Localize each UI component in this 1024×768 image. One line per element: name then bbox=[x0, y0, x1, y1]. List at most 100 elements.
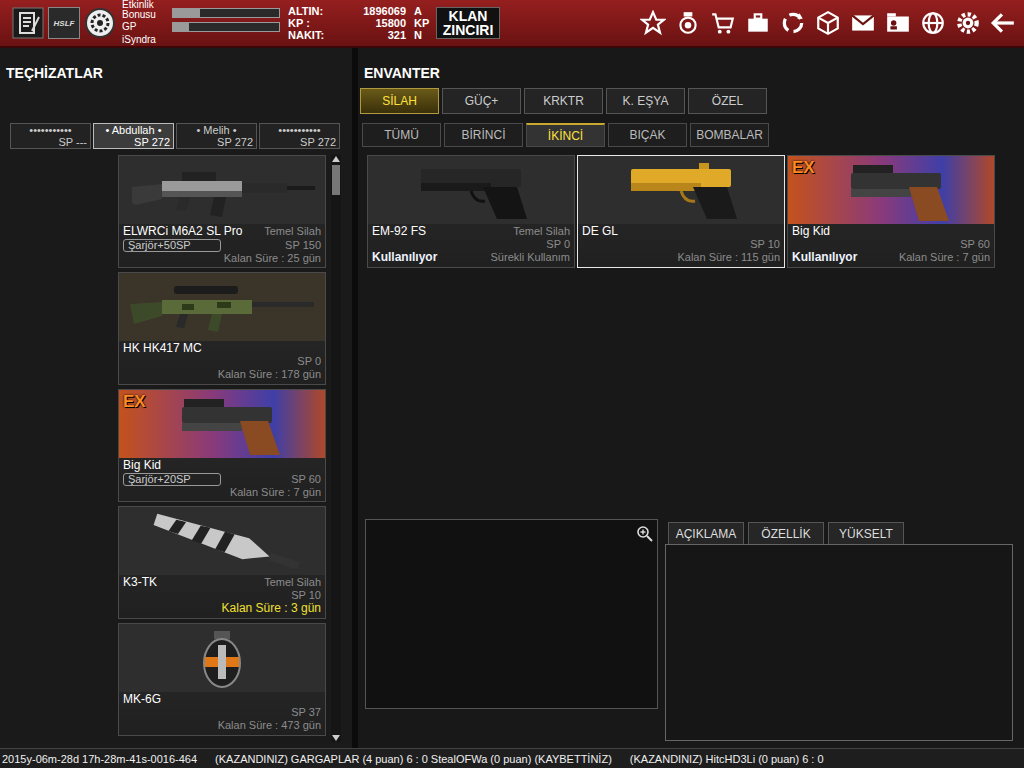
item-row: Big Kid bbox=[123, 459, 321, 472]
item-name: ELWRCi M6A2 SL Pro bbox=[123, 225, 242, 238]
back-arrow-icon[interactable] bbox=[990, 10, 1016, 36]
gp-label: GP bbox=[122, 20, 172, 33]
scroll-down-icon[interactable] bbox=[331, 734, 341, 742]
equipment-item[interactable]: EXBig KidŞarjör+20SPSP 60Kalan Süre : 7 … bbox=[118, 389, 326, 502]
subcategory-tab[interactable]: BIÇAK bbox=[608, 123, 687, 147]
globe-icon[interactable] bbox=[920, 10, 946, 36]
item-name: EM-92 FS bbox=[372, 225, 426, 238]
category-tab[interactable]: K. EŞYA bbox=[606, 88, 685, 114]
category-tab[interactable]: SİLAH bbox=[360, 88, 439, 114]
character-name: ••••••••••• bbox=[263, 124, 336, 136]
item-info: K3-TKTemel SilahSP 10Kalan Süre : 3 gün bbox=[119, 575, 325, 615]
zoom-icon[interactable] bbox=[636, 525, 654, 543]
item-image: EX bbox=[119, 390, 325, 458]
item-row: KullanılıyorKalan Süre : 7 gün bbox=[792, 251, 990, 264]
scrollbar[interactable] bbox=[331, 155, 341, 742]
gear-icon[interactable] bbox=[955, 10, 981, 36]
star-icon[interactable] bbox=[640, 10, 666, 36]
item-row: Kalan Süre : 7 gün bbox=[123, 486, 321, 499]
item-info: EM-92 FSTemel SilahSP 0KullanılıyorSürek… bbox=[368, 224, 574, 264]
inventory-item[interactable]: EXBig KidSP 60KullanılıyorKalan Süre : 7… bbox=[787, 155, 995, 268]
category-tab[interactable]: GÜÇ+ bbox=[442, 88, 521, 114]
clan-chain-button[interactable]: KLAN ZINCIRI bbox=[436, 7, 500, 39]
panel-title: TEÇHİZATLAR bbox=[0, 63, 352, 83]
item-info: DE GLSP 10Kalan Süre : 115 gün bbox=[578, 224, 784, 264]
details-tabs: AÇIKLAMAÖZELLİKYÜKSELT bbox=[668, 522, 1013, 544]
ex-pistol-icon bbox=[122, 391, 322, 457]
subcategory-tab[interactable]: BİRİNCİ bbox=[444, 123, 523, 147]
character-tab[interactable]: •••••••••••SP 272 bbox=[259, 123, 340, 149]
subcategory-tab[interactable]: BOMBALAR bbox=[690, 123, 769, 147]
box-icon[interactable] bbox=[815, 10, 841, 36]
details-tab[interactable]: YÜKSELT bbox=[828, 522, 904, 544]
item-sp: SP 60 bbox=[291, 473, 321, 486]
inventory-item[interactable]: EM-92 FSTemel SilahSP 0KullanılıyorSürek… bbox=[367, 155, 575, 268]
gp-bar bbox=[172, 22, 280, 32]
item-name: DE GL bbox=[582, 225, 618, 238]
clan-logo-text: HSLF bbox=[54, 19, 75, 28]
item-remaining: Kalan Süre : 7 gün bbox=[899, 251, 990, 264]
category-tab[interactable]: KRKTR bbox=[524, 88, 603, 114]
character-tab[interactable]: • Melih •SP 272 bbox=[176, 123, 257, 149]
item-row: SP 0 bbox=[123, 355, 321, 368]
currency-label: ALTIN: bbox=[288, 5, 344, 17]
inventory-item[interactable]: DE GLSP 10Kalan Süre : 115 gün bbox=[577, 155, 785, 268]
details-tab[interactable]: ÖZELLİK bbox=[748, 522, 824, 544]
rifle-icon bbox=[122, 157, 322, 223]
item-row: SP 37 bbox=[123, 706, 321, 719]
currency-value: 1896069 bbox=[344, 5, 406, 17]
currencies: ALTIN:1896069AKP :15800KPNAKIT:321N bbox=[288, 5, 430, 41]
item-name: HK HK417 MC bbox=[123, 342, 202, 355]
briefcase-icon[interactable] bbox=[745, 10, 771, 36]
item-image bbox=[119, 624, 325, 692]
item-remaining: Kalan Süre : 178 gün bbox=[218, 368, 321, 381]
currency-label: NAKIT: bbox=[288, 29, 344, 41]
equipment-item[interactable]: K3-TKTemel SilahSP 10Kalan Süre : 3 gün bbox=[118, 506, 326, 619]
currency-value: 15800 bbox=[344, 17, 406, 29]
item-row: Kalan Süre : 3 gün bbox=[123, 602, 321, 615]
timestamp: 2015y-06m-28d 17h-28m-41s-0016-464 bbox=[2, 753, 197, 765]
scroll-up-icon[interactable] bbox=[331, 155, 341, 163]
game-screen: HSLF Etkinlik BonusuGPiSyndra ALTIN:189606… bbox=[0, 0, 1024, 768]
equipment-item[interactable]: MK-6GSP 37Kalan Süre : 473 gün bbox=[118, 623, 326, 736]
details-right: AÇIKLAMAÖZELLİKYÜKSELT bbox=[665, 519, 1013, 741]
recycle-icon[interactable] bbox=[780, 10, 806, 36]
emblem-icon[interactable] bbox=[84, 7, 116, 39]
subcategory-tab[interactable]: İKİNCİ bbox=[526, 123, 605, 147]
item-row: KullanılıyorSürekli Kullanım bbox=[372, 251, 570, 264]
gold-pistol-icon bbox=[581, 157, 781, 223]
clan-logo[interactable]: HSLF bbox=[48, 7, 80, 39]
item-type: Temel Silah bbox=[264, 225, 321, 238]
item-remaining: Sürekli Kullanım bbox=[491, 251, 570, 264]
player-labels: Etkinlik BonusuGPiSyndra bbox=[122, 0, 172, 46]
quick-icons: HSLF bbox=[12, 7, 116, 39]
character-name: ••••••••••• bbox=[14, 124, 87, 136]
details-tab[interactable]: AÇIKLAMA bbox=[668, 522, 744, 544]
equipment-item[interactable]: HK HK417 MCSP 0Kalan Süre : 178 gün bbox=[118, 272, 326, 385]
item-row: SP 10 bbox=[123, 589, 321, 602]
item-sp: SP 10 bbox=[291, 589, 321, 602]
bonus-label: Etkinlik Bonusu bbox=[122, 0, 172, 20]
category-tab[interactable]: ÖZEL bbox=[688, 88, 767, 114]
item-type: Temel Silah bbox=[264, 576, 321, 589]
ex-badge: EX bbox=[123, 392, 146, 412]
item-row: ELWRCi M6A2 SL Pro Temel Silah bbox=[123, 225, 321, 238]
equipment-panel: TEÇHİZATLAR •••••••••••SP ---• Abdullah •… bbox=[0, 48, 358, 748]
subcategory-tab[interactable]: TÜMÜ bbox=[362, 123, 441, 147]
bonus-bar bbox=[172, 8, 280, 18]
category-tabs: SİLAHGÜÇ+KRKTRK. EŞYAÖZEL bbox=[360, 88, 1024, 114]
equipment-item[interactable]: ELWRCi M6A2 SL ProTemel SilahŞarjör+50SP… bbox=[118, 155, 326, 268]
character-tab[interactable]: • Abdullah •SP 272 bbox=[93, 123, 174, 149]
profile-card-icon[interactable] bbox=[885, 10, 911, 36]
equipment-list-wrap: ELWRCi M6A2 SL ProTemel SilahŞarjör+50SP… bbox=[118, 155, 352, 742]
character-tab[interactable]: •••••••••••SP --- bbox=[10, 123, 91, 149]
notepad-icon[interactable] bbox=[12, 7, 44, 39]
medal-icon[interactable] bbox=[675, 10, 701, 36]
item-row: HK HK417 MC bbox=[123, 342, 321, 355]
cart-icon[interactable] bbox=[710, 10, 736, 36]
scroll-thumb[interactable] bbox=[332, 165, 340, 195]
mail-icon[interactable] bbox=[850, 10, 876, 36]
item-sp: SP 10 bbox=[750, 238, 780, 251]
details: AÇIKLAMAÖZELLİKYÜKSELT bbox=[365, 519, 1024, 741]
subcategory-tabs: TÜMÜBİRİNCİİKİNCİBIÇAKBOMBALAR bbox=[362, 123, 1024, 147]
